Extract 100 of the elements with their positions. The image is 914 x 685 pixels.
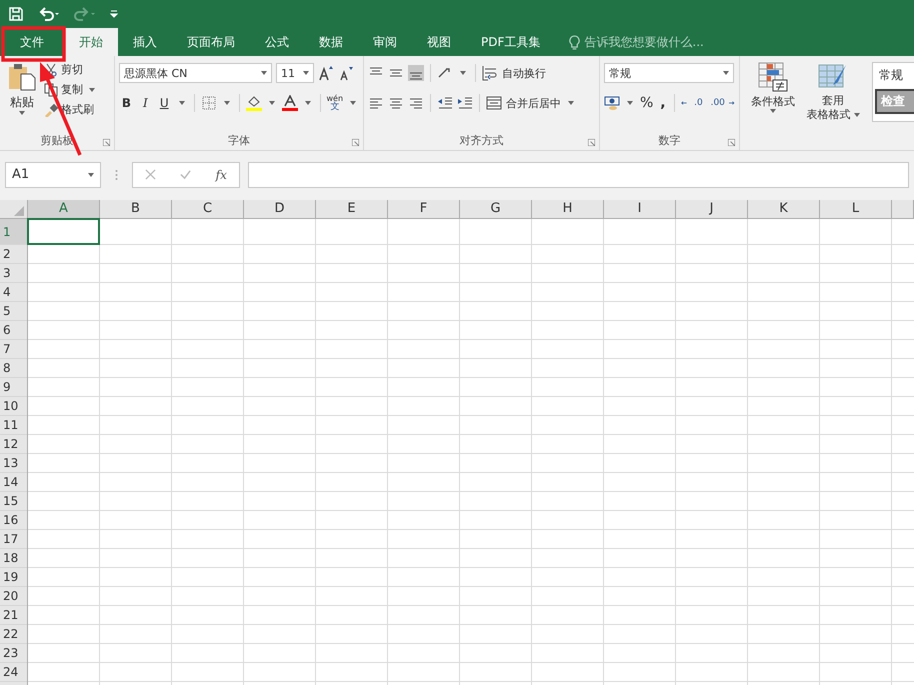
formula-input[interactable] [248,162,909,188]
ribbon-tab[interactable]: 页面布局 [172,28,250,56]
row-header[interactable]: 20 [0,587,27,606]
row-header[interactable]: 15 [0,492,27,511]
currency-icon[interactable] [604,95,620,111]
decrease-decimal-button[interactable]: .00 [710,98,726,108]
wrap-text-icon[interactable] [482,65,498,81]
caret-icon[interactable] [19,111,25,115]
column-header[interactable]: H [532,200,604,218]
caret-icon[interactable] [350,101,356,105]
undo-icon[interactable] [38,6,60,22]
check-icon[interactable] [180,169,192,180]
table-format-button[interactable]: 套用 表格格式 [806,94,860,122]
caret-icon[interactable] [627,101,633,105]
ribbon-tab[interactable]: 数据 [304,28,358,56]
ribbon-tab[interactable]: 文件 [0,28,64,56]
row-header[interactable]: 18 [0,549,27,568]
copy-icon[interactable] [44,82,58,96]
phonetic-button[interactable]: wén 文 [326,94,344,112]
ribbon-tab[interactable]: 开始 [64,28,118,56]
column-header[interactable]: C [172,200,244,218]
row-header[interactable]: 22 [0,625,27,644]
caret-icon[interactable] [460,71,466,75]
increase-decimal-button[interactable]: .0 [690,98,706,108]
insert-function-button[interactable]: fx [216,168,227,182]
merge-icon[interactable] [486,95,502,111]
row-header[interactable]: 16 [0,511,27,530]
column-header[interactable]: I [604,200,676,218]
ribbon-tab[interactable]: 插入 [118,28,172,56]
font-size-dropdown[interactable]: 11 [276,63,314,83]
italic-button[interactable]: I [138,96,153,110]
row-header[interactable]: 24 [0,663,27,682]
launcher-icon[interactable] [352,139,359,146]
launcher-icon[interactable] [103,139,110,146]
fill-color-icon[interactable] [246,95,262,111]
customize-icon[interactable] [110,10,118,18]
row-header[interactable]: 9 [0,378,27,397]
row-header[interactable]: 4 [0,283,27,302]
row-header[interactable]: 12 [0,435,27,454]
row-header[interactable]: 21 [0,606,27,625]
row-header[interactable]: 10 [0,397,27,416]
comma-button[interactable]: , [657,95,668,111]
ribbon-tab[interactable]: 审阅 [358,28,412,56]
name-box[interactable]: A1 [5,162,101,188]
column-header[interactable]: D [244,200,316,218]
ribbon-tab[interactable]: PDF工具集 [466,28,556,56]
tell-me-field[interactable]: 告诉我您想要做什么... [580,28,728,56]
row-header[interactable]: 11 [0,416,27,435]
font-name-dropdown[interactable]: 思源黑体 CN [119,63,272,83]
scissors-icon[interactable] [44,62,58,76]
column-header[interactable]: F [388,200,460,218]
ribbon-tab[interactable]: 公式 [250,28,304,56]
caret-icon[interactable] [770,109,776,113]
caret-icon[interactable] [224,101,230,105]
row-header[interactable]: 7 [0,340,27,359]
column-header[interactable]: L [820,200,892,218]
decrease-indent-icon[interactable] [437,95,453,111]
column-header[interactable]: B [100,200,172,218]
paste-label[interactable]: 粘贴 [10,94,34,111]
grow-font-icon[interactable] [318,65,334,81]
brush-icon[interactable] [44,102,58,116]
caret-icon[interactable] [268,101,275,105]
border-icon[interactable] [200,95,217,111]
row-header[interactable]: 3 [0,264,27,283]
font-color-icon[interactable] [282,95,298,111]
column-header[interactable]: J [676,200,748,218]
row-header[interactable]: 14 [0,473,27,492]
copy-button[interactable]: 复制 [61,82,83,97]
column-header[interactable]: E [316,200,388,218]
row-header[interactable]: 23 [0,644,27,663]
selected-cell[interactable] [27,218,100,245]
column-header[interactable]: A [28,200,100,218]
launcher-icon[interactable] [588,139,595,146]
wrap-text-button[interactable]: 自动换行 [502,66,546,80]
shrink-font-icon[interactable] [338,65,354,81]
ribbon-tab[interactable]: 视图 [412,28,466,56]
number-format-dropdown[interactable]: 常规 [604,63,734,83]
percent-button[interactable]: % [640,95,654,111]
save-icon[interactable] [8,6,24,22]
normal-style-tile[interactable]: 常规 [875,65,914,86]
underline-button[interactable]: U [156,96,172,110]
increase-indent-icon[interactable] [457,95,473,111]
caret-icon[interactable] [568,101,574,105]
column-header[interactable]: K [748,200,820,218]
conditional-format-button[interactable]: 条件格式 [751,94,795,109]
merge-center-button[interactable]: 合并后居中 [506,96,561,110]
paste-icon[interactable] [7,62,37,92]
row-header[interactable]: 17 [0,530,27,549]
align-bottom-icon[interactable] [408,65,424,81]
row-header[interactable]: 19 [0,568,27,587]
caret-icon[interactable] [304,101,311,105]
launcher-icon[interactable] [728,139,735,146]
row-header[interactable]: 1 [0,219,27,245]
caret-icon[interactable] [178,101,185,105]
row-header[interactable]: 6 [0,321,27,340]
cut-button[interactable]: 剪切 [61,62,83,77]
row-header[interactable]: 13 [0,454,27,473]
bold-button[interactable]: B [119,96,134,110]
caret-icon[interactable] [89,88,95,92]
row-header[interactable]: 5 [0,302,27,321]
